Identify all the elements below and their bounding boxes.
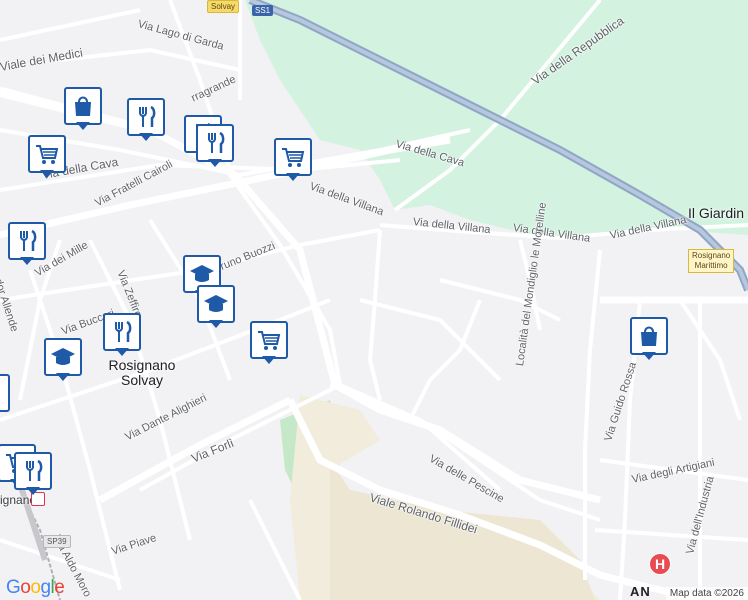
grocery-poi[interactable]	[274, 138, 312, 184]
shopping-cart-icon	[282, 148, 305, 167]
shopping-cart-icon	[36, 145, 59, 164]
school-icon	[51, 348, 75, 365]
shopping-cart-icon	[258, 331, 281, 350]
solvay-top-shield: Solvay	[207, 0, 240, 13]
grocery-poi[interactable]	[28, 135, 66, 181]
partial-poi-marker[interactable]	[0, 374, 10, 412]
place-bottom-edge: AN	[630, 584, 651, 599]
station-line: Rosignano	[692, 251, 731, 260]
place-rosignano-solvay: Rosignano Solvay	[100, 358, 184, 388]
place-line: Solvay	[120, 372, 164, 388]
grocery-poi[interactable]	[250, 321, 288, 367]
map-canvas[interactable]: Via Lago di Garda Viale dei Medici Via d…	[0, 0, 748, 600]
place-line: Rosignano	[108, 357, 176, 373]
train-station-label: Rosignano Marittimo	[688, 249, 735, 273]
sp39-shield: SP39	[43, 535, 71, 548]
school-poi[interactable]	[44, 338, 82, 384]
restaurant-icon	[139, 105, 156, 127]
map-attribution[interactable]: Map data ©2026	[665, 587, 748, 600]
restaurant-poi[interactable]	[127, 98, 165, 144]
ss1-shield: SS1	[252, 5, 274, 16]
shopping-bag-icon	[641, 326, 657, 346]
restaurant-poi[interactable]	[103, 313, 141, 359]
restaurant-icon	[115, 320, 132, 342]
restaurant-poi[interactable]	[8, 222, 46, 268]
restaurant-poi[interactable]	[196, 124, 234, 170]
map-base-layer	[0, 0, 748, 600]
school-icon	[204, 295, 228, 312]
shopping-bag-icon	[75, 96, 91, 116]
station-line: Marittimo	[694, 261, 728, 270]
school-poi[interactable]	[197, 285, 235, 331]
hospital-icon[interactable]: H	[649, 553, 671, 575]
shopping-bag-poi[interactable]	[630, 317, 668, 363]
google-logo: Google	[6, 577, 65, 598]
restaurant-poi[interactable]	[14, 452, 52, 498]
school-icon	[190, 265, 214, 282]
restaurant-icon	[20, 229, 37, 251]
shopping-bag-poi[interactable]	[64, 87, 102, 133]
restaurant-icon	[208, 131, 225, 153]
restaurant-icon	[26, 459, 43, 481]
place-il-giardino: Il Giardin	[688, 205, 745, 221]
